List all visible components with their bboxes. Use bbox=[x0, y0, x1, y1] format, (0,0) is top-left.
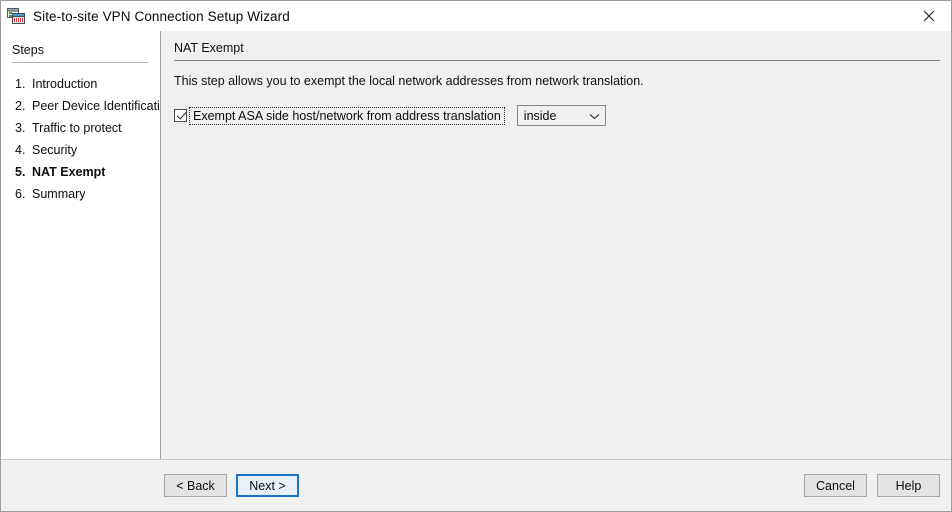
back-button[interactable]: < Back bbox=[164, 474, 227, 497]
step-label: Introduction bbox=[32, 77, 98, 91]
wizard-body: Steps 1. Introduction 2. Peer Device Ide… bbox=[1, 31, 951, 459]
wizard-window: Site-to-site VPN Connection Setup Wizard… bbox=[0, 0, 952, 512]
page-title: NAT Exempt bbox=[174, 41, 244, 55]
next-button[interactable]: Next > bbox=[236, 474, 299, 497]
chevron-down-icon bbox=[589, 109, 600, 123]
step-label: Peer Device Identificatio bbox=[32, 99, 160, 113]
window-title: Site-to-site VPN Connection Setup Wizard bbox=[33, 8, 290, 24]
step-number: 1. bbox=[15, 77, 26, 91]
sidebar-item-peer-device-identification[interactable]: 2. Peer Device Identificatio bbox=[1, 95, 160, 117]
exempt-checkbox-label: Exempt ASA side host/network from addres… bbox=[193, 108, 501, 123]
exempt-row: Exempt ASA side host/network from addres… bbox=[161, 88, 951, 126]
page-description: This step allows you to exempt the local… bbox=[174, 74, 644, 88]
steps-sidebar: Steps 1. Introduction 2. Peer Device Ide… bbox=[1, 31, 161, 459]
step-number: 3. bbox=[15, 121, 26, 135]
step-number: 5. bbox=[15, 165, 26, 179]
checkbox-box[interactable] bbox=[174, 109, 187, 122]
step-label: Security bbox=[32, 143, 78, 157]
sidebar-item-nat-exempt[interactable]: 5. NAT Exempt bbox=[1, 161, 160, 183]
vpn-wizard-icon bbox=[7, 7, 25, 25]
cancel-button[interactable]: Cancel bbox=[804, 474, 867, 497]
sidebar-item-traffic-to-protect[interactable]: 3. Traffic to protect bbox=[1, 117, 160, 139]
title-bar: Site-to-site VPN Connection Setup Wizard bbox=[1, 1, 951, 31]
exempt-checkbox[interactable]: Exempt ASA side host/network from addres… bbox=[174, 106, 505, 125]
step-number: 6. bbox=[15, 187, 26, 201]
interface-select-value: inside bbox=[523, 108, 557, 123]
step-number: 2. bbox=[15, 99, 26, 113]
content-panel: NAT Exempt This step allows you to exemp… bbox=[161, 31, 951, 459]
footer-bar: < Back Next > Cancel Help bbox=[1, 460, 951, 511]
content-header: NAT Exempt bbox=[161, 31, 951, 61]
sidebar-item-security[interactable]: 4. Security bbox=[1, 139, 160, 161]
step-number: 4. bbox=[15, 143, 26, 157]
steps-list: 1. Introduction 2. Peer Device Identific… bbox=[1, 73, 160, 205]
sidebar-item-summary[interactable]: 6. Summary bbox=[1, 183, 160, 205]
close-icon[interactable] bbox=[907, 1, 951, 31]
step-label: Summary bbox=[32, 187, 86, 201]
steps-divider bbox=[12, 62, 148, 63]
step-label: Traffic to protect bbox=[32, 121, 122, 135]
sidebar-item-introduction[interactable]: 1. Introduction bbox=[1, 73, 160, 95]
interface-select[interactable]: inside bbox=[516, 105, 606, 126]
help-button[interactable]: Help bbox=[877, 474, 940, 497]
step-label: NAT Exempt bbox=[32, 165, 106, 179]
steps-heading: Steps bbox=[12, 43, 44, 57]
